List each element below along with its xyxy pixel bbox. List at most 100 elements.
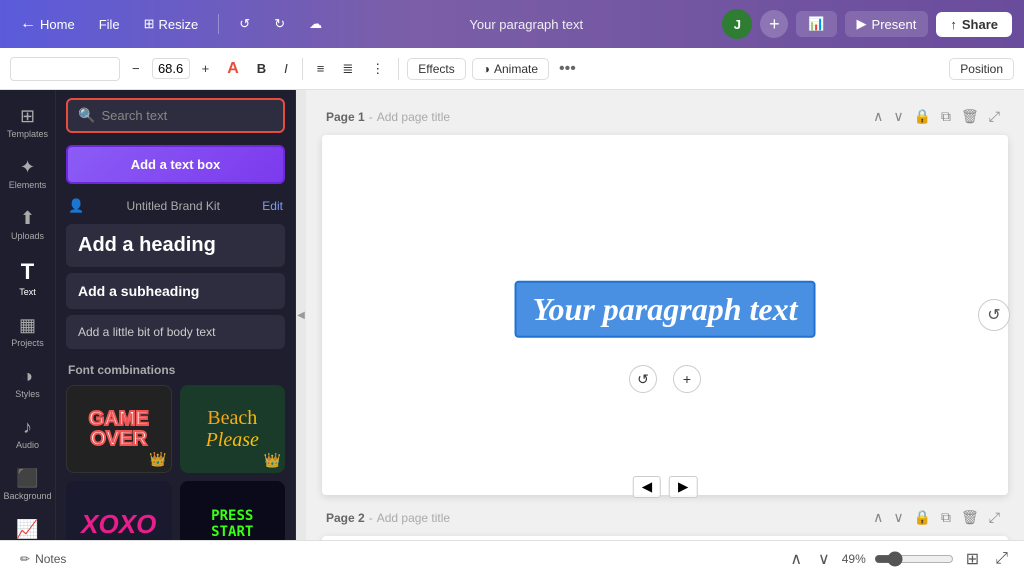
undo-button[interactable]: ↺ — [231, 12, 258, 36]
styles-label: Styles — [15, 389, 40, 399]
page-1-title-input[interactable]: Add page title — [377, 110, 450, 124]
left-sidebar-nav: ⊞ Templates ✦ Elements ⬆ Uploads T Text … — [0, 90, 56, 540]
grid-view-button[interactable]: ⊞ — [962, 545, 983, 573]
sidebar-item-templates[interactable]: ⊞ Templates — [2, 98, 54, 147]
add-heading-option[interactable]: Add a heading — [66, 224, 285, 267]
font-combo-xoxo[interactable]: XOXO 👑 — [66, 481, 172, 540]
page-2-down-button[interactable]: ∨ — [889, 507, 907, 528]
more-text-button[interactable]: ⋮ — [365, 57, 390, 81]
scroll-left-button[interactable]: ◀ — [633, 476, 661, 498]
share-button[interactable]: ↑ Share — [936, 12, 1012, 37]
page-1-canvas[interactable]: Your paragraph text ↺ + — [322, 135, 1008, 495]
page-2-lock-button[interactable]: 🔒 — [910, 507, 935, 528]
selected-text-element[interactable]: Your paragraph text — [515, 281, 816, 338]
add-body-option[interactable]: Add a little bit of body text — [66, 315, 285, 349]
animate-button[interactable]: ◑ Animate — [472, 58, 549, 80]
font-family-label: Nexa Slab — [19, 61, 79, 76]
selection-handles: ↺ + — [629, 365, 701, 393]
scroll-right-button[interactable]: ▶ — [669, 476, 697, 498]
sidebar-item-text[interactable]: T Text — [2, 251, 54, 305]
search-input[interactable] — [101, 108, 277, 123]
main-area: ⊞ Templates ✦ Elements ⬆ Uploads T Text … — [0, 90, 1024, 540]
file-button[interactable]: File — [91, 13, 128, 36]
page-2-copy-button[interactable]: ⧉ — [937, 507, 955, 528]
analytics-button[interactable]: 📊 — [796, 11, 836, 37]
page-1-expand-button[interactable]: ⤢ — [985, 106, 1004, 127]
effects-button[interactable]: Effects — [407, 58, 465, 80]
sidebar-item-audio[interactable]: ♪ Audio — [2, 409, 54, 458]
redo-icon: ↻ — [274, 16, 285, 32]
sidebar-item-uploads[interactable]: ⬆ Uploads — [2, 200, 54, 249]
press-start-text: PRESS START — [211, 509, 253, 540]
page-1-copy-button[interactable]: ⧉ — [937, 106, 955, 127]
expand-up-button[interactable]: ∧ — [786, 545, 806, 573]
sidebar-item-elements[interactable]: ✦ Elements — [2, 149, 54, 198]
sidebar-item-projects[interactable]: ▦ Projects — [2, 307, 54, 356]
page-2-up-button[interactable]: ∧ — [869, 507, 887, 528]
align-left-button[interactable]: ≡ — [311, 57, 331, 80]
uploads-label: Uploads — [11, 231, 44, 241]
rotate-handle-button[interactable]: ↺ — [629, 365, 657, 393]
font-combo-press-start[interactable]: PRESS START — [180, 481, 286, 540]
page-1-delete-button[interactable]: 🗑 — [957, 106, 983, 127]
page-1-up-button[interactable]: ∧ — [869, 106, 887, 127]
home-label: Home — [40, 17, 75, 32]
font-size-minus-button[interactable]: − — [126, 57, 146, 80]
plus-icon: + — [769, 14, 780, 35]
fullscreen-button[interactable]: ⤢ — [991, 546, 1012, 572]
font-combos-section-title: Font combinations — [56, 353, 295, 381]
present-icon: ▶ — [857, 16, 867, 32]
edit-brand-kit-link[interactable]: Edit — [262, 199, 283, 213]
font-size-input[interactable] — [152, 58, 190, 79]
present-button[interactable]: ▶ Present — [845, 11, 929, 37]
text-options: Add a heading Add a subheading Add a lit… — [56, 220, 295, 353]
redo-button[interactable]: ↻ — [266, 12, 293, 36]
top-nav: ← Home File ⊞ Resize ↺ ↻ ☁ Your paragrap… — [0, 0, 1024, 48]
resize-icon: ⊞ — [144, 16, 155, 32]
page-2-canvas[interactable] — [322, 536, 1008, 540]
present-label: Present — [872, 17, 917, 32]
elements-icon: ✦ — [20, 157, 35, 178]
avatar-button[interactable]: J — [722, 9, 752, 39]
zoom-slider[interactable] — [874, 551, 954, 567]
save-button[interactable]: ☁ — [301, 12, 330, 36]
font-size-plus-button[interactable]: + — [196, 57, 216, 80]
canvas-scroll[interactable]: Page 1 - Add page title ∧ ∨ 🔒 ⧉ 🗑 ⤢ — [306, 90, 1024, 540]
align-list-button[interactable]: ≣ — [336, 57, 359, 81]
add-button[interactable]: + — [760, 10, 788, 38]
panel-collapse-handle[interactable]: ◀ — [296, 90, 306, 540]
add-subheading-option[interactable]: Add a subheading — [66, 273, 285, 309]
sidebar-item-charts[interactable]: 📈 Charts — [2, 511, 54, 540]
sidebar-item-styles[interactable]: ◑ Styles — [2, 358, 54, 407]
game-over-text: GAME OVER — [89, 409, 149, 449]
bold-button[interactable]: B — [251, 57, 272, 80]
add-text-box-button[interactable]: Add a text box — [66, 145, 285, 184]
search-box[interactable]: 🔍 — [66, 98, 285, 133]
home-button[interactable]: ← Home — [12, 11, 83, 37]
font-combo-game-over[interactable]: GAME OVER 👑 — [66, 385, 172, 473]
audio-icon: ♪ — [23, 417, 32, 438]
templates-icon: ⊞ — [20, 106, 35, 127]
page-2-delete-button[interactable]: 🗑 — [957, 507, 983, 528]
page-1-lock-button[interactable]: 🔒 — [910, 106, 935, 127]
panel-scroll: Add a heading Add a subheading Add a lit… — [56, 220, 295, 540]
sidebar-item-background[interactable]: ⬛ Background — [2, 460, 54, 509]
page-2-title-input[interactable]: Add page title — [377, 511, 450, 525]
font-combo-beach-please[interactable]: Beach Please 👑 — [180, 385, 286, 473]
doc-title: Your paragraph text — [469, 17, 583, 32]
page-2-expand-button[interactable]: ⤢ — [985, 507, 1004, 528]
add-element-button[interactable]: + — [673, 365, 701, 393]
toolbar-separator-1 — [302, 58, 303, 80]
collapse-down-button[interactable]: ∨ — [814, 545, 834, 573]
page-1-down-button[interactable]: ∨ — [889, 106, 907, 127]
notes-button[interactable]: ✏ Notes — [12, 548, 74, 570]
font-family-select[interactable]: Nexa Slab ▾ — [10, 57, 120, 81]
resize-button[interactable]: ⊞ Resize — [136, 12, 207, 36]
more-options-button[interactable]: ••• — [555, 60, 580, 78]
italic-button[interactable]: I — [278, 57, 294, 80]
position-button[interactable]: Position — [949, 58, 1014, 80]
more-text-icon: ⋮ — [371, 61, 384, 77]
color-button[interactable]: A — [221, 56, 245, 82]
refresh-handle[interactable]: ↺ — [978, 299, 1010, 331]
share-label: Share — [962, 17, 998, 32]
